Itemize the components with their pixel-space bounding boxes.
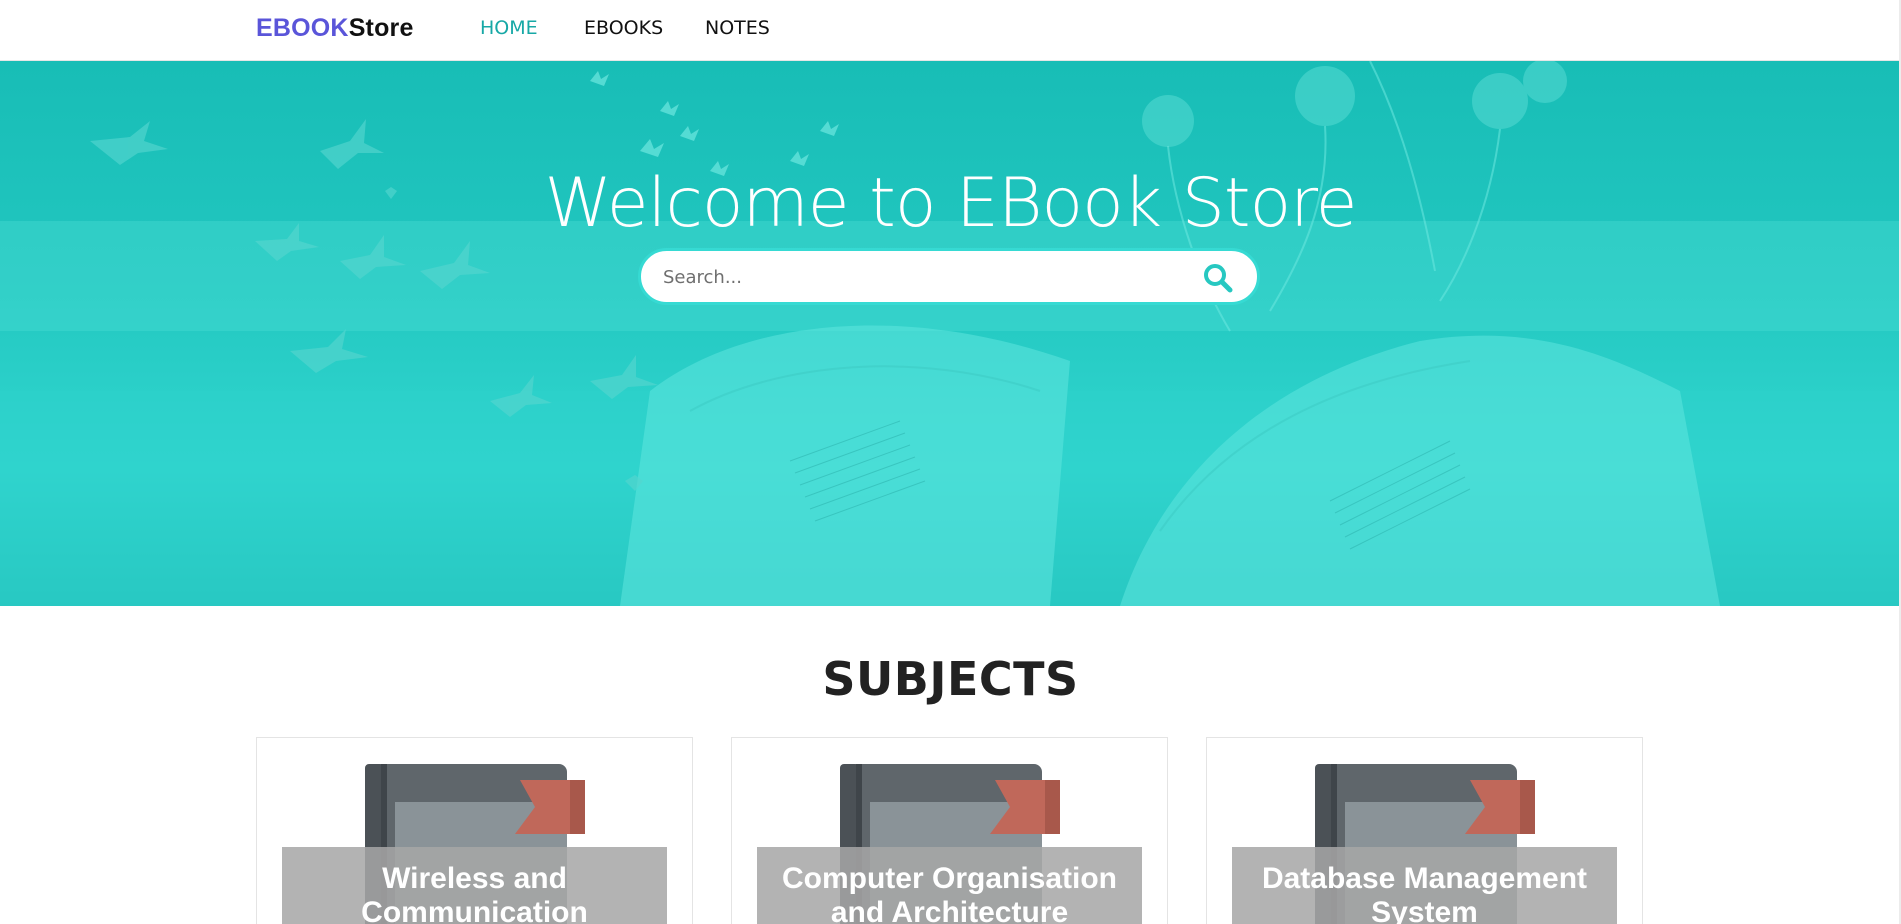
subject-card-title: Wireless and Communication [282,847,667,924]
hero-title: Welcome to EBook Store [544,164,1358,243]
brand-logo-part1: EBOOK [256,14,349,42]
nav-link-home[interactable]: HOME [480,17,538,39]
subject-card-dbms[interactable]: Database Management System [1206,737,1643,924]
hero-banner: Welcome to EBook Store [0,61,1901,606]
search-icon [1204,264,1233,293]
brand-logo-part2: Store [348,14,414,42]
subjects-heading: SUBJECTS [822,652,1079,706]
subject-card-title: Database Management System [1232,847,1617,924]
subject-card-wireless[interactable]: Wireless and Communication [256,737,693,924]
page: EBOOKStore HOME EBOOKS NOTES Welcome to … [0,0,1901,924]
search-input[interactable] [663,262,1183,292]
hero-background-illustration [0,61,1901,606]
nav-link-ebooks[interactable]: EBOOKS [584,17,663,39]
nav-link-notes[interactable]: NOTES [705,17,770,39]
subject-card-coa[interactable]: Computer Organisation and Architecture [731,737,1168,924]
top-navbar: EBOOKStore HOME EBOOKS NOTES [0,0,1901,61]
subject-card-title: Computer Organisation and Architecture [757,847,1142,924]
brand-logo[interactable]: EBOOKStore [256,14,414,43]
search-button[interactable] [1201,262,1235,294]
search-bar [638,248,1260,305]
